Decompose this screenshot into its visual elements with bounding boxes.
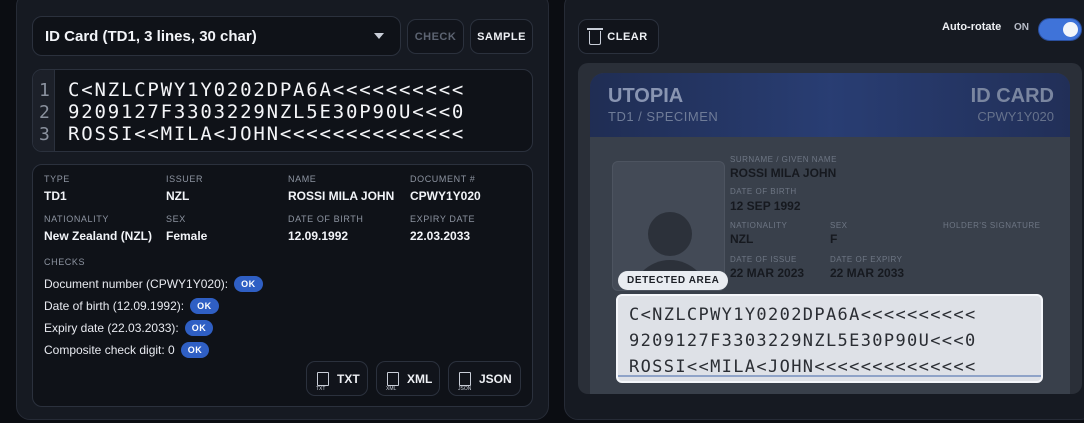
document-type-select[interactable]: ID Card (TD1, 3 lines, 30 char) (32, 16, 401, 56)
scan-line (618, 375, 1041, 377)
ok-badge: OK (184, 320, 214, 336)
xml-file-icon: XML (386, 371, 399, 392)
card-nationality-value: NZL (730, 232, 754, 246)
trash-icon (587, 28, 604, 45)
detected-mrz-line-3: ROSSI<<MILA<JOHN<<<<<<<<<<<<<< (629, 357, 977, 377)
card-issue-label: DATE OF ISSUE (730, 255, 797, 264)
ok-badge: OK (190, 298, 219, 314)
checks-heading: CHECKS (44, 257, 86, 267)
field-value-nationality: New Zealand (NZL) (44, 229, 153, 243)
txt-file-icon: TXT (316, 371, 329, 392)
check-row-date-of-birth: Date of birth (12.09.1992): OK (44, 298, 219, 314)
avatar-head (648, 212, 692, 256)
detected-mrz-line-1: C<NZLCPWY1Y0202DPA6A<<<<<<<<<< (629, 305, 977, 325)
mrz-line-3[interactable]: ROSSI<<MILA<JOHN<<<<<<<<<<<<<< (68, 123, 465, 145)
field-label-sex: SEX (166, 214, 186, 224)
ok-badge: OK (180, 342, 210, 358)
card-dob-label: DATE OF BIRTH (730, 187, 797, 196)
card-issue-value: 22 MAR 2023 (730, 266, 805, 280)
field-label-expiry-date: EXPIRY DATE (410, 214, 476, 224)
card-dob-value: 12 SEP 1992 (730, 199, 801, 213)
field-value-document-number: CPWY1Y020 (410, 189, 481, 203)
check-text: Composite check digit: 0 (44, 343, 175, 357)
check-button[interactable]: CHECK (407, 19, 464, 54)
card-nationality-label: NATIONALITY (730, 221, 788, 230)
document-type-value: ID Card (TD1, 3 lines, 30 char) (45, 27, 257, 45)
field-value-name: ROSSI MILA JOHN (288, 189, 395, 203)
field-value-type: TD1 (44, 189, 67, 203)
field-label-nationality: NATIONALITY (44, 214, 109, 224)
check-text: Date of birth (12.09.1992): (44, 299, 185, 313)
field-value-expiry-date: 22.03.2033 (410, 229, 471, 243)
field-label-document-number: DOCUMENT # (410, 174, 476, 184)
chevron-down-icon (374, 33, 384, 39)
export-xml-button[interactable]: XML XML (376, 361, 440, 396)
card-country: UTOPIA (608, 85, 684, 107)
card-name-label: SURNAME / GIVEN NAME (730, 155, 837, 164)
mrz-line-1[interactable]: C<NZLCPWY1Y0202DPA6A<<<<<<<<<< (68, 79, 465, 101)
check-row-document-number: Document number (CPWY1Y020): OK (44, 276, 263, 292)
check-text: Expiry date (22.03.2033): (44, 321, 179, 335)
mrz-text-editor[interactable]: 1 2 3 C<NZLCPWY1Y0202DPA6A<<<<<<<<<< 920… (32, 69, 533, 152)
detected-mrz-area: C<NZLCPWY1Y0202DPA6A<<<<<<<<<< 9209127F3… (616, 294, 1043, 383)
line-number: 2 (39, 102, 50, 123)
export-txt-button[interactable]: TXT TXT (306, 361, 368, 396)
card-expiry-value: 22 MAR 2033 (830, 266, 905, 280)
card-sex-label: SEX (830, 221, 848, 230)
card-expiry-label: DATE OF EXPIRY (830, 255, 903, 264)
export-label: JSON (479, 371, 512, 386)
field-value-issuer: NZL (166, 189, 190, 203)
field-value-date-of-birth: 12.09.1992 (288, 229, 349, 243)
export-label: TXT (337, 371, 360, 386)
check-text: Document number (CPWY1Y020): (44, 277, 229, 291)
export-json-button[interactable]: JSON JSON (448, 361, 521, 396)
field-label-date-of-birth: DATE OF BIRTH (288, 214, 364, 224)
clear-label: CLEAR (607, 30, 648, 43)
auto-rotate-state: ON (1014, 22, 1029, 33)
field-label-type: TYPE (44, 174, 70, 184)
toggle-knob (1063, 22, 1078, 37)
json-file-icon: JSON (458, 371, 471, 392)
field-value-sex: Female (166, 229, 208, 243)
card-signature-label: HOLDER'S SIGNATURE (943, 221, 1041, 230)
line-number: 1 (39, 80, 50, 101)
check-row-expiry-date: Expiry date (22.03.2033): OK (44, 320, 214, 336)
card-doc-number: CPWY1Y020 (977, 109, 1054, 124)
auto-rotate-label: Auto-rotate (942, 21, 1002, 33)
card-doc-title: ID CARD (970, 85, 1054, 107)
detected-mrz-line-2: 9209127F3303229NZL5E30P90U<<<0 (629, 331, 977, 351)
mrz-line-2[interactable]: 9209127F3303229NZL5E30P90U<<<0 (68, 101, 465, 123)
check-row-composite: Composite check digit: 0 OK (44, 342, 210, 358)
card-name-value: ROSSI MILA JOHN (730, 166, 837, 180)
sample-button[interactable]: SAMPLE (470, 19, 533, 54)
line-number: 3 (39, 124, 50, 145)
clear-button[interactable]: CLEAR (578, 19, 659, 54)
auto-rotate-toggle[interactable] (1038, 18, 1082, 41)
card-subtitle: TD1 / SPECIMEN (608, 109, 719, 124)
field-label-issuer: ISSUER (166, 174, 204, 184)
ok-badge: OK (234, 276, 263, 292)
detected-area-tag: DETECTED AREA (618, 271, 729, 290)
field-label-name: NAME (288, 174, 317, 184)
card-sex-value: F (830, 232, 838, 246)
export-label: XML (407, 371, 433, 386)
